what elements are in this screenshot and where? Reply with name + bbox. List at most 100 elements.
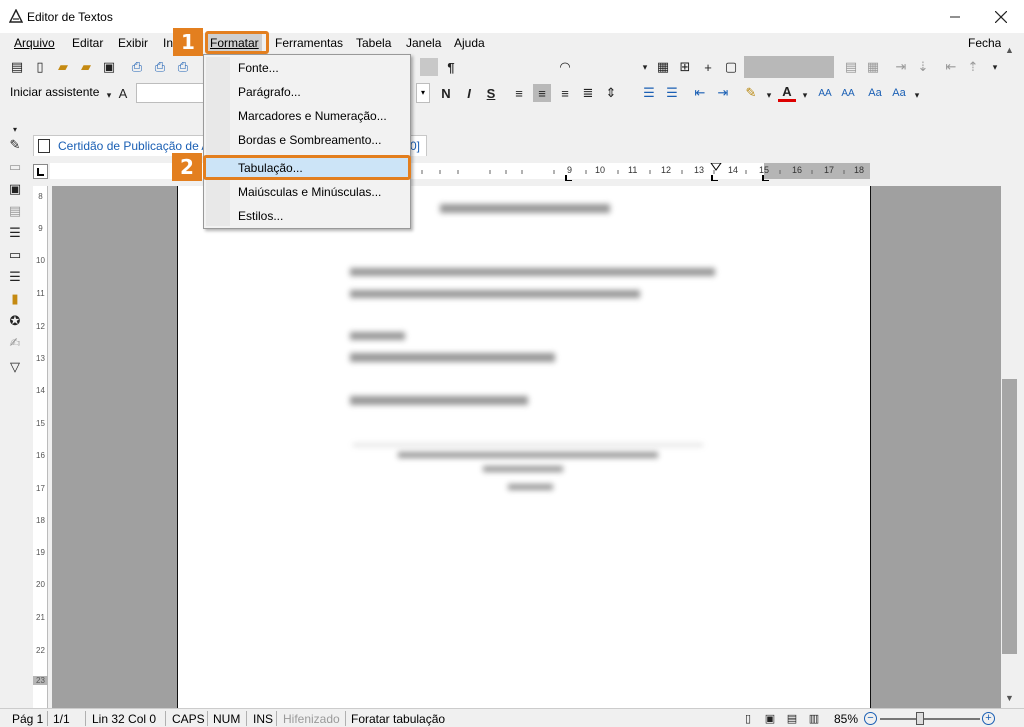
print-icon[interactable]: ⎙ [128, 58, 146, 76]
zoom-slider[interactable] [880, 718, 980, 720]
bell-icon[interactable]: ◠ [556, 58, 574, 76]
table-grid-icon[interactable]: ▦ [654, 58, 672, 76]
track-changes-icon[interactable]: ✎ [6, 136, 24, 154]
show-marks-icon[interactable] [420, 58, 438, 76]
insert-row-icon[interactable]: ⇣ [914, 58, 932, 76]
ruler-number: 8 [38, 192, 43, 201]
split-cells-icon[interactable]: ▦ [864, 58, 882, 76]
italic-icon[interactable]: I [460, 84, 478, 102]
print-preview-icon[interactable]: ⎙ [151, 58, 169, 76]
new-from-template-icon[interactable]: ▤ [8, 58, 26, 76]
clear-format-icon[interactable]: Aa [890, 84, 908, 102]
page-view-icon[interactable]: ▯ [740, 710, 756, 726]
delete-row-icon[interactable]: ⇡ [964, 58, 982, 76]
decrease-indent-icon[interactable]: ⇤ [691, 84, 709, 102]
border-style-selector[interactable] [744, 56, 834, 78]
font-size-dropdown[interactable]: ▾ [416, 83, 430, 103]
font-color-icon[interactable]: A [778, 84, 796, 102]
callout-step-1: 1 [173, 28, 203, 56]
case-dropdown-icon[interactable]: ▾ [908, 86, 926, 104]
format-painter-icon[interactable]: ▽ [6, 358, 24, 376]
justify-icon[interactable]: ≣ [579, 84, 597, 102]
menu-item-bordas[interactable]: Bordas e Sombreamento... [238, 133, 381, 147]
lock-icon[interactable]: ▮ [6, 290, 24, 308]
two-page-view-icon[interactable]: ▥ [806, 710, 822, 726]
menu-arquivo[interactable]: Arquivo [12, 36, 57, 50]
save-icon[interactable]: ▣ [100, 58, 118, 76]
scroll-up-icon[interactable]: ▲ [1001, 41, 1018, 58]
draft-view-icon[interactable]: ▤ [784, 710, 800, 726]
line-spacing-icon[interactable]: ⇕ [602, 84, 620, 102]
redacted-text-line [350, 290, 640, 298]
zoom-in-icon[interactable]: + [982, 712, 995, 725]
shrink-font-icon[interactable]: AA [839, 84, 857, 102]
delete-column-icon[interactable]: ⇤ [942, 58, 960, 76]
highlight-color-icon[interactable]: ✎ [742, 84, 760, 102]
numbered-list-icon[interactable]: ☰ [663, 84, 681, 102]
merge-cells-icon[interactable]: ▤ [842, 58, 860, 76]
vertical-scrollbar[interactable]: ▲ ▼ [1001, 33, 1018, 708]
new-document-icon[interactable]: ▯ [31, 58, 49, 76]
document-page[interactable] [177, 186, 871, 708]
style-icon[interactable]: A [114, 84, 132, 102]
menu-item-paragrafo[interactable]: Parágrafo... [238, 85, 301, 99]
align-right-icon[interactable]: ≡ [556, 84, 574, 102]
list-document-icon[interactable]: ☰ [6, 268, 24, 286]
cell-border-icon[interactable]: ▢ [722, 58, 740, 76]
menu-item-estilos[interactable]: Estilos... [238, 209, 283, 223]
highlight-dropdown-icon[interactable]: ▾ [760, 86, 778, 104]
sign-icon[interactable]: ✍ [6, 334, 24, 352]
menu-tabela[interactable]: Tabela [354, 36, 393, 50]
table-insert-icon[interactable]: ⊞ [676, 58, 694, 76]
menu-editar[interactable]: Editar [70, 36, 105, 50]
align-center-icon[interactable]: ≡ [533, 84, 551, 102]
scroll-down-icon[interactable]: ▼ [1001, 689, 1018, 706]
menu-ferramentas[interactable]: Ferramentas [273, 36, 345, 50]
zoom-slider-thumb[interactable] [916, 712, 924, 725]
close-button[interactable] [978, 0, 1024, 33]
scrollbar-thumb[interactable] [1002, 379, 1017, 654]
open-recent-icon[interactable]: ▰ [77, 58, 95, 76]
comment-icon[interactable]: ▭ [6, 246, 24, 264]
menu-item-maiusculas[interactable]: Maiúsculas e Minúsculas... [238, 185, 381, 199]
bullet-list-icon[interactable]: ☰ [640, 84, 658, 102]
menu-exibir[interactable]: Exibir [116, 36, 150, 50]
zoom-out-icon[interactable]: − [864, 712, 877, 725]
ruler-number: 11 [628, 165, 638, 175]
menu-janela[interactable]: Janela [404, 36, 443, 50]
field-properties-icon[interactable]: ▤ [6, 202, 24, 220]
side-toolbar: ▾ ✎ ▭ ▣ ▤ ☰ ▭ ☰ ▮ ✪ ✍ ▽ [0, 118, 30, 710]
redacted-signature [398, 452, 658, 458]
underline-icon[interactable]: S [482, 84, 500, 102]
menu-item-fonte[interactable]: Fonte... [238, 61, 279, 75]
seal-icon[interactable]: ✪ [6, 312, 24, 330]
ruler-number: 9 [38, 224, 43, 233]
font-color-dropdown-icon[interactable]: ▾ [796, 86, 814, 104]
menu-ajuda[interactable]: Ajuda [452, 36, 487, 50]
ruler-number: 12 [661, 165, 672, 175]
open-folder-icon[interactable]: ▰ [54, 58, 72, 76]
menu-item-marcadores[interactable]: Marcadores e Numeração... [238, 109, 387, 123]
insert-field-icon[interactable]: ▣ [6, 180, 24, 198]
insert-column-icon[interactable]: ⇥ [892, 58, 910, 76]
accept-change-icon[interactable]: ▭ [6, 158, 24, 176]
align-left-icon[interactable]: ≡ [510, 84, 528, 102]
cross-icon[interactable]: + [699, 58, 717, 76]
change-case-icon[interactable]: Aa [866, 84, 884, 102]
tab-stop-selector[interactable] [33, 164, 48, 179]
style-name-input[interactable] [136, 83, 204, 103]
grow-font-icon[interactable]: AA [816, 84, 834, 102]
assistant-label[interactable]: Iniciar assistente [10, 85, 99, 99]
variables-icon[interactable]: ☰ [6, 224, 24, 242]
bold-icon[interactable]: N [437, 84, 455, 102]
pilcrow-icon[interactable]: ¶ [442, 58, 460, 76]
web-view-icon[interactable]: ▣ [762, 710, 778, 726]
redacted-text-line [350, 268, 715, 276]
app-icon [9, 9, 23, 23]
status-message: Foratar tabulação [351, 712, 446, 726]
toolbar-options-icon[interactable]: ▾ [636, 58, 654, 76]
increase-indent-icon[interactable]: ⇥ [714, 84, 732, 102]
minimize-button[interactable] [932, 0, 978, 33]
print-setup-icon[interactable]: ⎙ [174, 58, 192, 76]
vertical-ruler[interactable]: 8 9 10 11 12 13 14 15 16 17 18 19 20 21 … [33, 186, 48, 708]
